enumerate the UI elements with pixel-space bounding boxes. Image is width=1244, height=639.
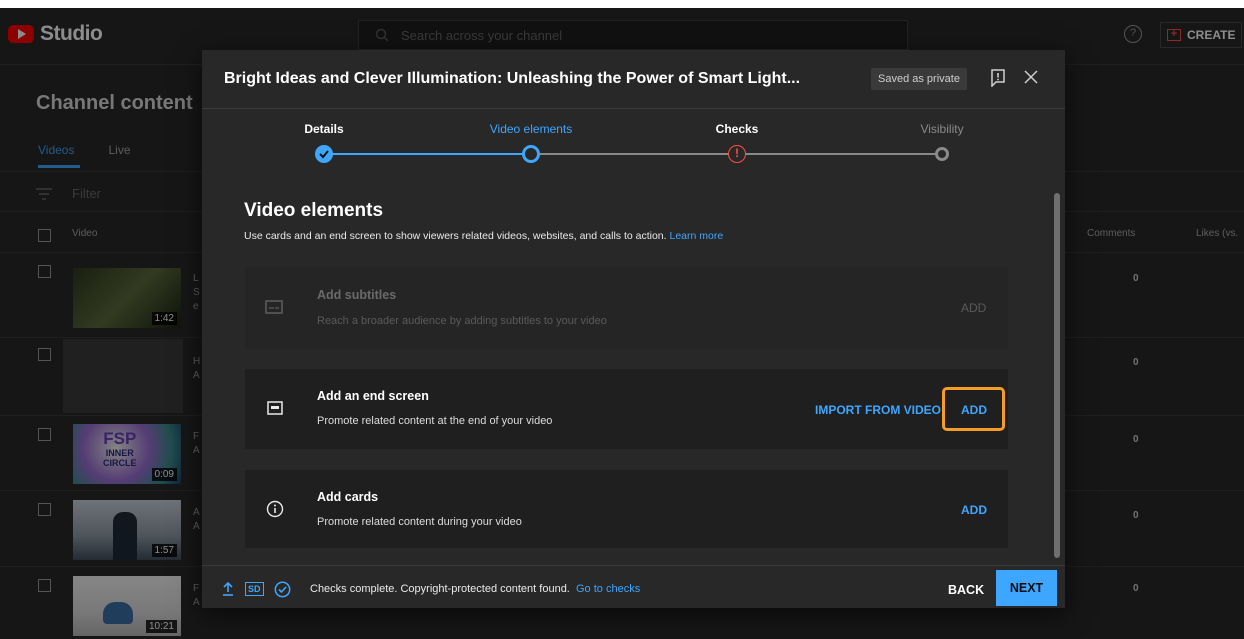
card-description: Reach a broader audience by adding subti… [317, 315, 607, 327]
section-description: Use cards and an end screen to show view… [244, 230, 724, 242]
close-icon[interactable] [1024, 70, 1038, 84]
upload-icon[interactable] [222, 582, 234, 596]
step-current-icon[interactable] [522, 145, 540, 163]
step-warning-icon[interactable]: ! [728, 145, 746, 163]
card-description: Promote related content at the end of yo… [317, 415, 553, 427]
upload-stepper: Details Video elements Checks ! Visibili… [202, 116, 1065, 176]
end-screen-icon [267, 401, 283, 415]
upload-dialog: Bright Ideas and Clever Illumination: Un… [202, 50, 1065, 608]
stepper-line-done [324, 153, 531, 155]
import-from-video-button[interactable]: IMPORT FROM VIDEO [815, 403, 941, 417]
step-checks-label[interactable]: Checks [716, 122, 759, 136]
add-subtitles-card: Add subtitles Reach a broader audience b… [245, 267, 1008, 349]
card-title: Add cards [317, 490, 379, 504]
add-cards-card: Add cards Promote related content during… [245, 470, 1008, 548]
step-visibility-label[interactable]: Visibility [920, 122, 963, 136]
add-cards-button[interactable]: ADD [961, 503, 987, 517]
info-icon [266, 500, 284, 518]
learn-more-link[interactable]: Learn more [669, 230, 723, 242]
step-details-label[interactable]: Details [304, 122, 343, 136]
status-badge: Saved as private [871, 68, 967, 90]
stepper-line [531, 153, 737, 155]
video-elements-panel: Video elements Use cards and an end scre… [202, 176, 1065, 566]
add-end-screen-card: Add an end screen Promote related conten… [245, 369, 1008, 449]
back-button[interactable]: BACK [948, 583, 984, 597]
step-video-elements-label[interactable]: Video elements [490, 122, 573, 136]
checks-complete-icon[interactable] [274, 581, 291, 598]
step-pending-icon[interactable] [935, 147, 949, 161]
studio-app: Studio Search across your channel ? + CR… [0, 8, 1244, 639]
highlight-box [942, 387, 1005, 431]
stepper-line [737, 153, 942, 155]
sd-quality-badge[interactable]: SD [245, 582, 264, 596]
section-title: Video elements [244, 200, 384, 221]
add-subtitles-button[interactable]: ADD [961, 301, 986, 315]
checks-status: Checks complete. Copyright-protected con… [310, 583, 641, 595]
dialog-header-divider [202, 108, 1065, 109]
card-description: Promote related content during your vide… [317, 516, 522, 528]
card-title: Add subtitles [317, 288, 397, 302]
dialog-footer-divider [202, 565, 1065, 566]
card-title: Add an end screen [317, 389, 429, 403]
dialog-title: Bright Ideas and Clever Illumination: Un… [224, 70, 801, 87]
dialog-scrollbar[interactable] [1054, 193, 1060, 558]
next-button[interactable]: NEXT [996, 570, 1057, 606]
step-done-check-icon[interactable] [315, 145, 333, 163]
feedback-icon[interactable] [990, 69, 1006, 87]
go-to-checks-link[interactable]: Go to checks [576, 583, 640, 595]
subtitles-icon [265, 300, 283, 314]
